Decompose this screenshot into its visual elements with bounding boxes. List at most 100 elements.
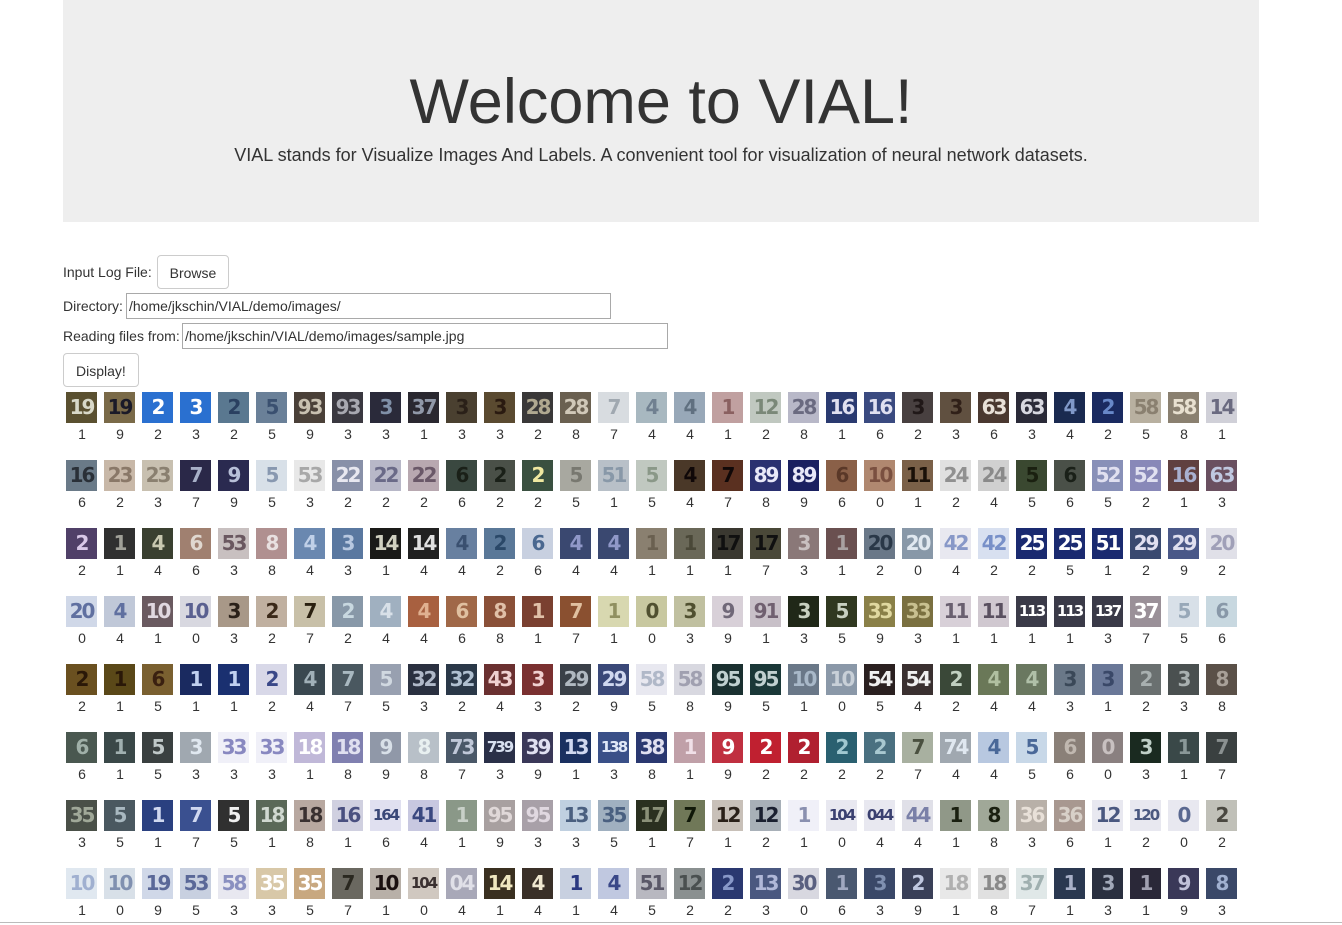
digit-thumbnail: 54 [902, 664, 933, 695]
digit-label: 9 [154, 902, 162, 918]
digit-thumbnail: 35 [66, 800, 97, 831]
digit-thumbnail: 37 [1016, 868, 1047, 899]
digit-label: 3 [344, 426, 352, 442]
gallery-item: 11 [633, 527, 667, 578]
digit-thumbnail: 18 [256, 800, 287, 831]
digit-label: 5 [648, 902, 656, 918]
digit-thumbnail: 38 [636, 732, 667, 763]
digit-label: 5 [1028, 766, 1036, 782]
digit-thumbnail: 4 [598, 528, 629, 559]
gallery-item: 22 [481, 527, 515, 578]
digit-label: 3 [952, 426, 960, 442]
gallery-item: 36 3 [1013, 799, 1047, 850]
gallery-item: 18 8 [329, 731, 363, 782]
gallery-item: 11 [823, 527, 857, 578]
digit-label: 1 [724, 426, 732, 442]
gallery-item: 11 [785, 799, 819, 850]
digit-thumbnail: 4 [636, 392, 667, 423]
gallery-item: 11 [101, 663, 135, 714]
digit-thumbnail: 5 [256, 392, 287, 423]
gallery-item: 74 4 [937, 731, 971, 782]
digit-label: 5 [762, 698, 770, 714]
digit-thumbnail: 2 [256, 664, 287, 695]
digit-label: 2 [1142, 698, 1150, 714]
digit-label: 5 [306, 902, 314, 918]
gallery-item: 51 1 [1089, 527, 1123, 578]
digit-label: 1 [648, 834, 656, 850]
gallery-item: 12 2 [671, 867, 705, 918]
gallery-item: 77 [671, 799, 705, 850]
gallery-item: 44 [671, 391, 705, 442]
digit-thumbnail: 20 [1206, 528, 1237, 559]
gallery-item: 91 1 [747, 595, 781, 646]
digit-thumbnail: 63 [1206, 460, 1237, 491]
digit-thumbnail: 14 [408, 528, 439, 559]
digit-label: 2 [344, 630, 352, 646]
digit-thumbnail: 54 [864, 664, 895, 695]
digit-thumbnail: 5 [256, 460, 287, 491]
digit-thumbnail: 5 [560, 460, 591, 491]
digit-thumbnail: 33 [218, 732, 249, 763]
digit-thumbnail: 2 [218, 392, 249, 423]
digit-label: 3 [572, 834, 580, 850]
digit-label: 3 [154, 494, 162, 510]
digit-label: 6 [78, 494, 86, 510]
digit-thumbnail: 3 [370, 392, 401, 423]
directory-input[interactable] [126, 293, 611, 319]
digit-label: 3 [534, 698, 542, 714]
digit-thumbnail: 104 [408, 868, 439, 899]
digit-label: 1 [1028, 630, 1036, 646]
digit-label: 9 [1180, 902, 1188, 918]
digit-thumbnail: 0 [1092, 732, 1123, 763]
digit-label: 7 [572, 630, 580, 646]
digit-thumbnail: 18 [940, 868, 971, 899]
gallery-item: 44 [557, 527, 591, 578]
gallery-item: 99 [215, 459, 249, 510]
digit-label: 7 [344, 698, 352, 714]
digit-thumbnail: 89 [750, 460, 781, 491]
gallery-item: 89 8 [747, 459, 781, 510]
gallery-item: 18 8 [975, 867, 1009, 918]
digit-thumbnail: 8 [484, 596, 515, 627]
digit-thumbnail: 1 [446, 800, 477, 831]
digit-thumbnail: 5 [1016, 732, 1047, 763]
digit-thumbnail: 73 [446, 732, 477, 763]
gallery-item: 22 [1203, 799, 1237, 850]
gallery-item: 66 [1203, 595, 1237, 646]
browse-button[interactable]: Browse [156, 255, 230, 289]
digit-label: 1 [1180, 766, 1188, 782]
gallery-item: 77 [177, 799, 211, 850]
gallery-item: 63 3 [1013, 391, 1047, 442]
digit-thumbnail: 9 [712, 732, 743, 763]
digit-label: 0 [838, 834, 846, 850]
digit-thumbnail: 7 [332, 868, 363, 899]
digit-label: 0 [648, 630, 656, 646]
digit-thumbnail: 2 [864, 732, 895, 763]
reading-files-input[interactable] [182, 323, 668, 349]
gallery-item: 24 2 [937, 459, 971, 510]
digit-label: 2 [990, 562, 998, 578]
display-button[interactable]: Display! [63, 353, 139, 387]
digit-thumbnail: 14 [484, 868, 515, 899]
digit-label: 9 [914, 902, 922, 918]
gallery-item: 29 9 [595, 663, 629, 714]
gallery-item: 31 [1089, 663, 1123, 714]
digit-thumbnail: 4 [1016, 664, 1047, 695]
digit-thumbnail: 2 [66, 664, 97, 695]
digit-label: 2 [268, 698, 276, 714]
digit-thumbnail: 6 [1054, 460, 1085, 491]
digit-thumbnail: 3 [522, 664, 553, 695]
digit-thumbnail: 1 [1130, 868, 1161, 899]
gallery-item: 44 [443, 527, 477, 578]
digit-label: 1 [154, 834, 162, 850]
digit-thumbnail: 2 [484, 528, 515, 559]
gallery-item: 30 0 [785, 867, 819, 918]
digit-label: 8 [572, 426, 580, 442]
gallery-item: 22 [785, 731, 819, 782]
digit-thumbnail: 7 [674, 800, 705, 831]
digit-label: 3 [762, 902, 770, 918]
digit-thumbnail: 20 [902, 528, 933, 559]
digit-thumbnail: 12 [674, 868, 705, 899]
digit-thumbnail: 6 [142, 664, 173, 695]
gallery-item: 00 [633, 595, 667, 646]
